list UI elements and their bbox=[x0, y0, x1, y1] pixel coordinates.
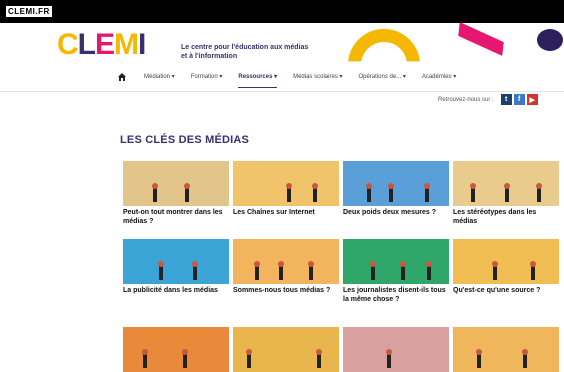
video-card[interactable]: Sommes-nous tous médias ? bbox=[233, 239, 339, 295]
video-card[interactable] bbox=[453, 327, 559, 372]
twitter-icon[interactable]: t bbox=[500, 94, 512, 105]
video-thumbnail[interactable] bbox=[233, 239, 339, 284]
video-caption[interactable]: La publicité dans les médias bbox=[123, 286, 229, 295]
video-thumbnail[interactable] bbox=[233, 327, 339, 372]
video-thumbnail[interactable] bbox=[453, 239, 559, 284]
brand-letter-e: E bbox=[95, 28, 115, 61]
video-thumbnail[interactable] bbox=[453, 161, 559, 206]
brand-letter-c: C bbox=[57, 28, 79, 61]
decorative-blob bbox=[537, 29, 563, 51]
brand-tagline: Le centre pour l'éducation aux médias et… bbox=[181, 44, 309, 60]
video-card[interactable]: Les stéréotypes dans les médias bbox=[453, 161, 559, 226]
video-card[interactable]: La publicité dans les médias bbox=[123, 239, 229, 295]
video-thumbnail[interactable] bbox=[343, 161, 449, 206]
nav-item-ressources[interactable]: Ressources ▾ bbox=[238, 71, 277, 88]
site-logo-small[interactable]: CLEMI.FR bbox=[6, 6, 52, 17]
brand-logo[interactable]: C L E M I bbox=[57, 28, 146, 61]
youtube-icon[interactable]: ▶ bbox=[526, 94, 538, 105]
video-card[interactable] bbox=[343, 327, 449, 372]
video-card[interactable]: Les journalistes disent-ils tous la même… bbox=[343, 239, 449, 304]
nav-item-mediation[interactable]: Médiation ▾ bbox=[144, 71, 175, 83]
video-card[interactable] bbox=[123, 327, 229, 372]
video-thumbnail[interactable] bbox=[343, 239, 449, 284]
nav-divider bbox=[0, 91, 564, 92]
video-thumbnail[interactable] bbox=[123, 327, 229, 372]
brand-letter-l: L bbox=[77, 28, 96, 61]
video-card[interactable] bbox=[233, 327, 339, 372]
brand-letter-i: I bbox=[138, 28, 146, 61]
video-caption[interactable]: Les journalistes disent-ils tous la même… bbox=[343, 286, 449, 304]
follow-label: Retrouvez-nous sur : bbox=[438, 96, 494, 103]
main-nav: Médiation ▾ Formation ▾ Ressources ▾ Méd… bbox=[116, 69, 472, 88]
nav-item-operations[interactable]: Opérations de... ▾ bbox=[358, 71, 405, 83]
video-caption[interactable]: Sommes-nous tous médias ? bbox=[233, 286, 339, 295]
video-thumbnail[interactable] bbox=[453, 327, 559, 372]
brand-letter-m: M bbox=[114, 28, 139, 61]
video-caption[interactable]: Les stéréotypes dans les médias bbox=[453, 208, 559, 226]
video-caption[interactable]: Qu'est-ce qu'une source ? bbox=[453, 286, 559, 295]
video-caption[interactable]: Deux poids deux mesures ? bbox=[343, 208, 449, 217]
video-thumbnail[interactable] bbox=[123, 239, 229, 284]
video-thumbnail[interactable] bbox=[233, 161, 339, 206]
video-caption[interactable]: Les Chaînes sur Internet bbox=[233, 208, 339, 217]
video-thumbnail[interactable] bbox=[343, 327, 449, 372]
page-title: LES CLÉS DES MÉDIAS bbox=[120, 134, 250, 146]
home-icon[interactable] bbox=[116, 71, 128, 83]
video-card[interactable]: Peut-on tout montrer dans les médias ? bbox=[123, 161, 229, 226]
video-card[interactable]: Les Chaînes sur Internet bbox=[233, 161, 339, 217]
video-thumbnail[interactable] bbox=[123, 161, 229, 206]
facebook-icon[interactable]: f bbox=[513, 94, 525, 105]
decorative-arc bbox=[348, 29, 420, 62]
video-card[interactable]: Qu'est-ce qu'une source ? bbox=[453, 239, 559, 295]
nav-item-academies[interactable]: Académies ▾ bbox=[422, 71, 456, 83]
top-bar: CLEMI.FR bbox=[0, 0, 564, 23]
nav-item-medias-scolaires[interactable]: Médias scolaires ▾ bbox=[293, 71, 342, 83]
decorative-stripe bbox=[458, 23, 504, 56]
nav-item-formation[interactable]: Formation ▾ bbox=[191, 71, 223, 83]
header: C L E M I Le centre pour l'éducation aux… bbox=[0, 23, 564, 66]
video-card[interactable]: Deux poids deux mesures ? bbox=[343, 161, 449, 217]
social-follow: Retrouvez-nous sur : t f ▶ bbox=[438, 94, 538, 105]
video-caption[interactable]: Peut-on tout montrer dans les médias ? bbox=[123, 208, 229, 226]
